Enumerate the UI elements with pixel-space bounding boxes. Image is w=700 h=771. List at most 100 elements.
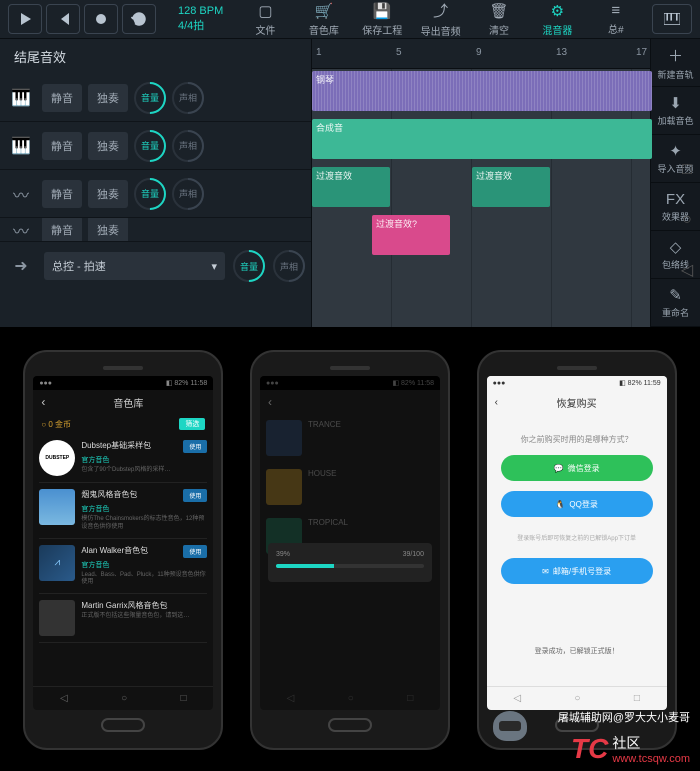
use-button[interactable]: 使用: [183, 489, 207, 502]
pan-knob[interactable]: 声相: [172, 82, 204, 114]
progress-total: 39/100: [403, 551, 424, 558]
nav-recent[interactable]: □: [181, 693, 187, 704]
volume-knob[interactable]: 音量: [134, 178, 166, 210]
keyboard-button[interactable]: [652, 4, 692, 34]
timeline[interactable]: 1 5 9 13 17 钢琴 合成音 过渡音效 过渡音效 过渡音效?: [312, 39, 650, 327]
track-1[interactable]: 🎹 静音 独奏 音量 声相: [0, 74, 311, 122]
volume-knob[interactable]: 音量: [134, 130, 166, 162]
menu-soundlib[interactable]: 🛒音色库: [296, 0, 352, 38]
download-icon: ⬇: [669, 94, 682, 112]
rewind-button[interactable]: [46, 4, 80, 34]
clip-riser1[interactable]: 过渡音效: [312, 167, 390, 207]
sidebar-rename[interactable]: ✎重命名: [651, 279, 700, 327]
phone-login-button[interactable]: ✉邮箱/手机号登录: [501, 558, 653, 584]
pack-thumb: [39, 600, 75, 636]
menu-mixer[interactable]: ⚙混音器: [529, 0, 585, 38]
ruler-mark: 1: [316, 47, 322, 58]
back-icon[interactable]: ‹: [495, 397, 498, 408]
pan-knob[interactable]: 声相: [172, 178, 204, 210]
pan-knob[interactable]: 声相: [172, 130, 204, 162]
topbar: 128 BPM 4/4拍 ▢文件 🛒音色库 💾保存工程 ⤴导出音频 🗑清空 ⚙混…: [0, 0, 700, 39]
phone-1-screen: ●●●◧ 82% 11:58 ‹音色库 ○ 0 金币筛选 DUBSTEPDubs…: [33, 376, 213, 710]
clip-synth[interactable]: 合成音: [312, 119, 652, 159]
master-track[interactable]: ➜ 总控 - 拍速▾ 音量 声相: [0, 242, 311, 290]
pack-item[interactable]: 烟鬼风格音色包使用官方音色模仿The Chainsmokers的标志性音色，12…: [39, 483, 207, 539]
back-icon[interactable]: ‹: [268, 395, 272, 409]
screen-header: ‹恢复购买: [487, 390, 667, 414]
solo-button[interactable]: 独奏: [88, 84, 128, 112]
phone-3: ●●●◧ 82% 11:59 ‹恢复购买 你之前购买时用的是哪种方式？ 💬微信登…: [477, 350, 677, 750]
use-button[interactable]: 使用: [183, 545, 207, 558]
pack-item[interactable]: Martin Garrix风格音色包正式版不包括这些限量音色包，请到这…: [39, 594, 207, 643]
mute-button[interactable]: 静音: [42, 218, 82, 242]
wave-icon: 〰: [6, 218, 36, 242]
menu-main[interactable]: ≡总#: [588, 0, 644, 38]
track-2[interactable]: 🎹 静音 独奏 音量 声相: [0, 122, 311, 170]
pack-thumb: DUBSTEP: [39, 440, 75, 476]
sidebar-load-sound[interactable]: ⬇加载音色: [651, 87, 700, 135]
main-menu: ▢文件 🛒音色库 💾保存工程 ⤴导出音频 🗑清空 ⚙混音器 ≡总#: [237, 0, 644, 38]
mute-button[interactable]: 静音: [42, 84, 82, 112]
clip-piano[interactable]: 钢琴: [312, 71, 652, 111]
back-icon[interactable]: ‹: [41, 395, 45, 409]
nav-home[interactable]: ○: [574, 693, 580, 704]
pack-thumb: ⩘: [39, 545, 75, 581]
watermark-logo: TC: [571, 733, 608, 765]
nav-square-icon[interactable]: □: [676, 159, 698, 181]
download-progress: 39%39/100: [268, 543, 432, 582]
mute-button[interactable]: 静音: [42, 132, 82, 160]
nav-recent[interactable]: □: [634, 693, 640, 704]
pack-item[interactable]: DUBSTEPDubstep基础采样包使用官方音色包含了90个Dubstep风格…: [39, 434, 207, 483]
coin-count: ○ 0 金币: [41, 419, 71, 430]
use-button[interactable]: 使用: [183, 440, 207, 453]
solo-button[interactable]: 独奏: [88, 180, 128, 208]
menu-export[interactable]: ⤴导出音频: [412, 0, 468, 38]
solo-button[interactable]: 独奏: [88, 132, 128, 160]
watermark-tag: 屠城辅助网@罗大大小麦哥: [0, 709, 690, 725]
volume-knob[interactable]: 音量: [233, 250, 265, 282]
record-button[interactable]: [84, 4, 118, 34]
mute-button[interactable]: 静音: [42, 180, 82, 208]
trash-icon: 🗑: [489, 2, 508, 20]
mail-icon: ✉: [542, 567, 549, 576]
wave-icon: 〰: [6, 179, 36, 209]
login-body: 你之前购买时用的是哪种方式？ 💬微信登录 🐧QQ登录 登录账号后即可恢复之前的已…: [487, 414, 667, 686]
menu-clear[interactable]: 🗑清空: [471, 0, 527, 38]
pan-knob[interactable]: 声相: [273, 250, 305, 282]
track-4[interactable]: 〰 静音 独奏: [0, 218, 311, 242]
pack-list[interactable]: DUBSTEPDubstep基础采样包使用官方音色包含了90个Dubstep风格…: [33, 434, 213, 686]
clip-grid[interactable]: 钢琴 合成音 过渡音效 过渡音效 过渡音效?: [312, 69, 650, 327]
sidebar-new-track[interactable]: ＋新建音轨: [651, 39, 700, 87]
loop-button[interactable]: [122, 4, 156, 34]
wechat-login-button[interactable]: 💬微信登录: [501, 455, 653, 481]
arrow-icon: ➜: [6, 251, 36, 281]
menu-save[interactable]: 💾保存工程: [354, 0, 410, 38]
filter-chip[interactable]: 筛选: [179, 418, 205, 430]
solo-button[interactable]: 独奏: [88, 218, 128, 242]
nav-back[interactable]: ◁: [60, 693, 68, 704]
folder-icon: ▢: [258, 2, 272, 20]
nav-home[interactable]: ○: [121, 693, 127, 704]
menu-file[interactable]: ▢文件: [237, 0, 293, 38]
ruler-mark: 13: [556, 47, 567, 58]
piano-icon: 🎹: [6, 131, 36, 161]
volume-knob[interactable]: 音量: [134, 82, 166, 114]
track-3[interactable]: 〰 静音 独奏 音量 声相: [0, 170, 311, 218]
tempo-display[interactable]: 128 BPM 4/4拍: [164, 4, 237, 35]
nav-back-icon[interactable]: ◁: [676, 259, 698, 281]
qq-icon: 🐧: [555, 500, 565, 509]
transport-controls: [0, 4, 164, 34]
watermark: TC 社区 www.tcsqw.com: [571, 733, 690, 765]
play-button[interactable]: [8, 4, 42, 34]
master-select[interactable]: 总控 - 拍速▾: [44, 252, 225, 280]
clip-riser2[interactable]: 过渡音效: [472, 167, 550, 207]
qq-login-button[interactable]: 🐧QQ登录: [501, 491, 653, 517]
pack-item[interactable]: ⩘Alan Walker音色包使用官方音色Lead、Bass、Pad、Pluck…: [39, 539, 207, 595]
nav-back[interactable]: ◁: [513, 693, 521, 704]
sparkle-icon: ✦: [669, 142, 682, 160]
clip-fx[interactable]: 过渡音效?: [372, 215, 450, 255]
nav-circle-icon[interactable]: ○: [676, 209, 698, 231]
ruler-mark: 17: [636, 47, 647, 58]
ruler[interactable]: 1 5 9 13 17: [312, 39, 650, 69]
watermark-url: www.tcsqw.com: [612, 753, 690, 765]
